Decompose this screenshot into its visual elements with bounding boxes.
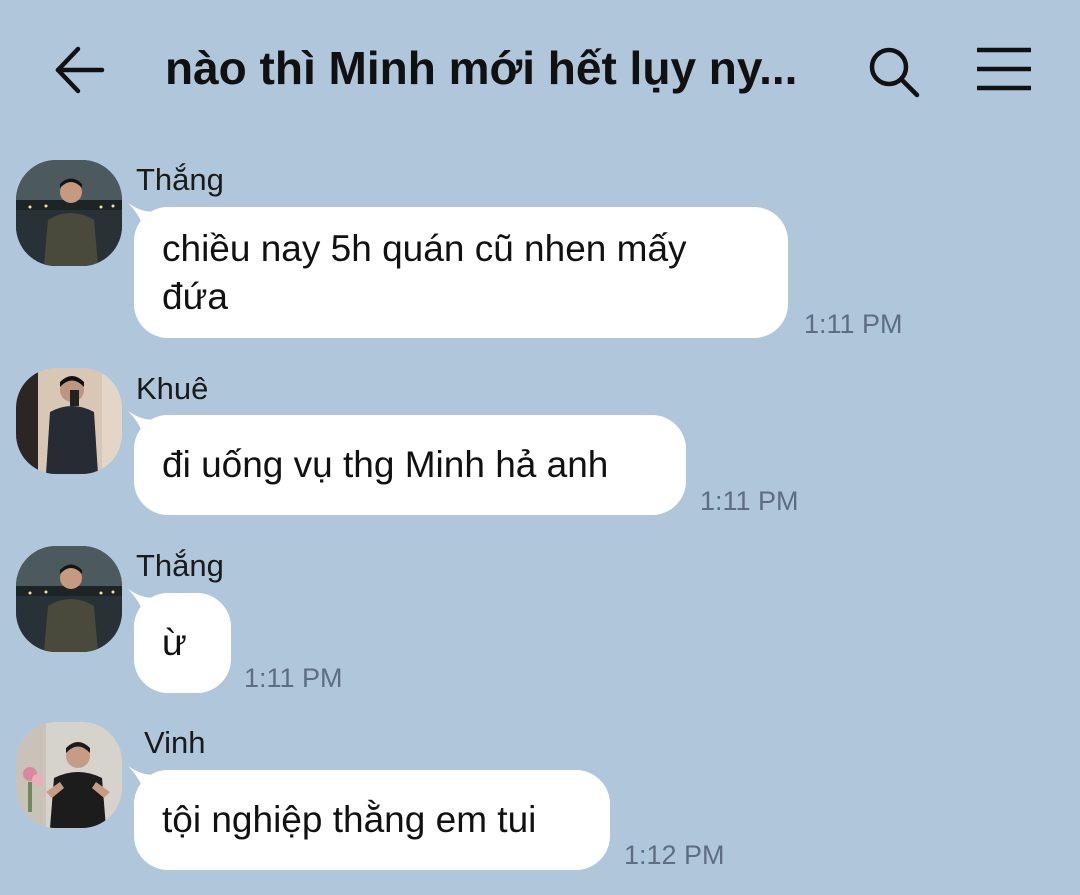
arrow-left-icon: [55, 46, 105, 94]
hamburger-menu-icon: [977, 47, 1031, 91]
message-text: tội nghiệp thằng em tui: [162, 799, 537, 840]
chat-header: nào thì Minh mới hết lụy ny...: [0, 0, 1080, 140]
bubble-tail: [128, 411, 162, 441]
avatar[interactable]: [16, 722, 122, 828]
search-button[interactable]: [862, 40, 926, 104]
message-time: 1:12 PM: [624, 840, 725, 870]
message-bubble[interactable]: đi uống vụ thg Minh hả anh: [128, 411, 686, 515]
search-icon: [869, 47, 920, 98]
chat-title[interactable]: nào thì Minh mới hết lụy ny...: [165, 38, 825, 98]
bubble-tail: [128, 766, 162, 796]
message-time: 1:11 PM: [700, 486, 799, 516]
bubble-tail: [128, 589, 162, 619]
message-bubble[interactable]: chiều nay 5h quán cũ nhen mấy đứa: [128, 203, 788, 338]
avatar[interactable]: [16, 368, 122, 474]
sender-name: Thắng: [136, 548, 224, 583]
message-text: ừ: [162, 622, 187, 663]
sender-name: Vinh: [144, 725, 206, 760]
message-time: 1:11 PM: [244, 663, 343, 693]
bubble-tail: [128, 203, 162, 233]
sender-name: Thắng: [136, 162, 224, 197]
message-bubble[interactable]: ừ: [128, 589, 231, 693]
avatar[interactable]: [16, 160, 122, 266]
back-button[interactable]: [50, 40, 110, 100]
message-text: chiều nay 5h quán cũ nhen mấy đứa: [162, 228, 687, 317]
menu-button[interactable]: [972, 40, 1036, 104]
sender-name: Khuê: [136, 371, 209, 406]
message-text: đi uống vụ thg Minh hả anh: [162, 444, 609, 485]
avatar[interactable]: [16, 546, 122, 652]
message-bubble[interactable]: tội nghiệp thằng em tui: [128, 766, 610, 870]
message-time: 1:11 PM: [804, 309, 903, 339]
